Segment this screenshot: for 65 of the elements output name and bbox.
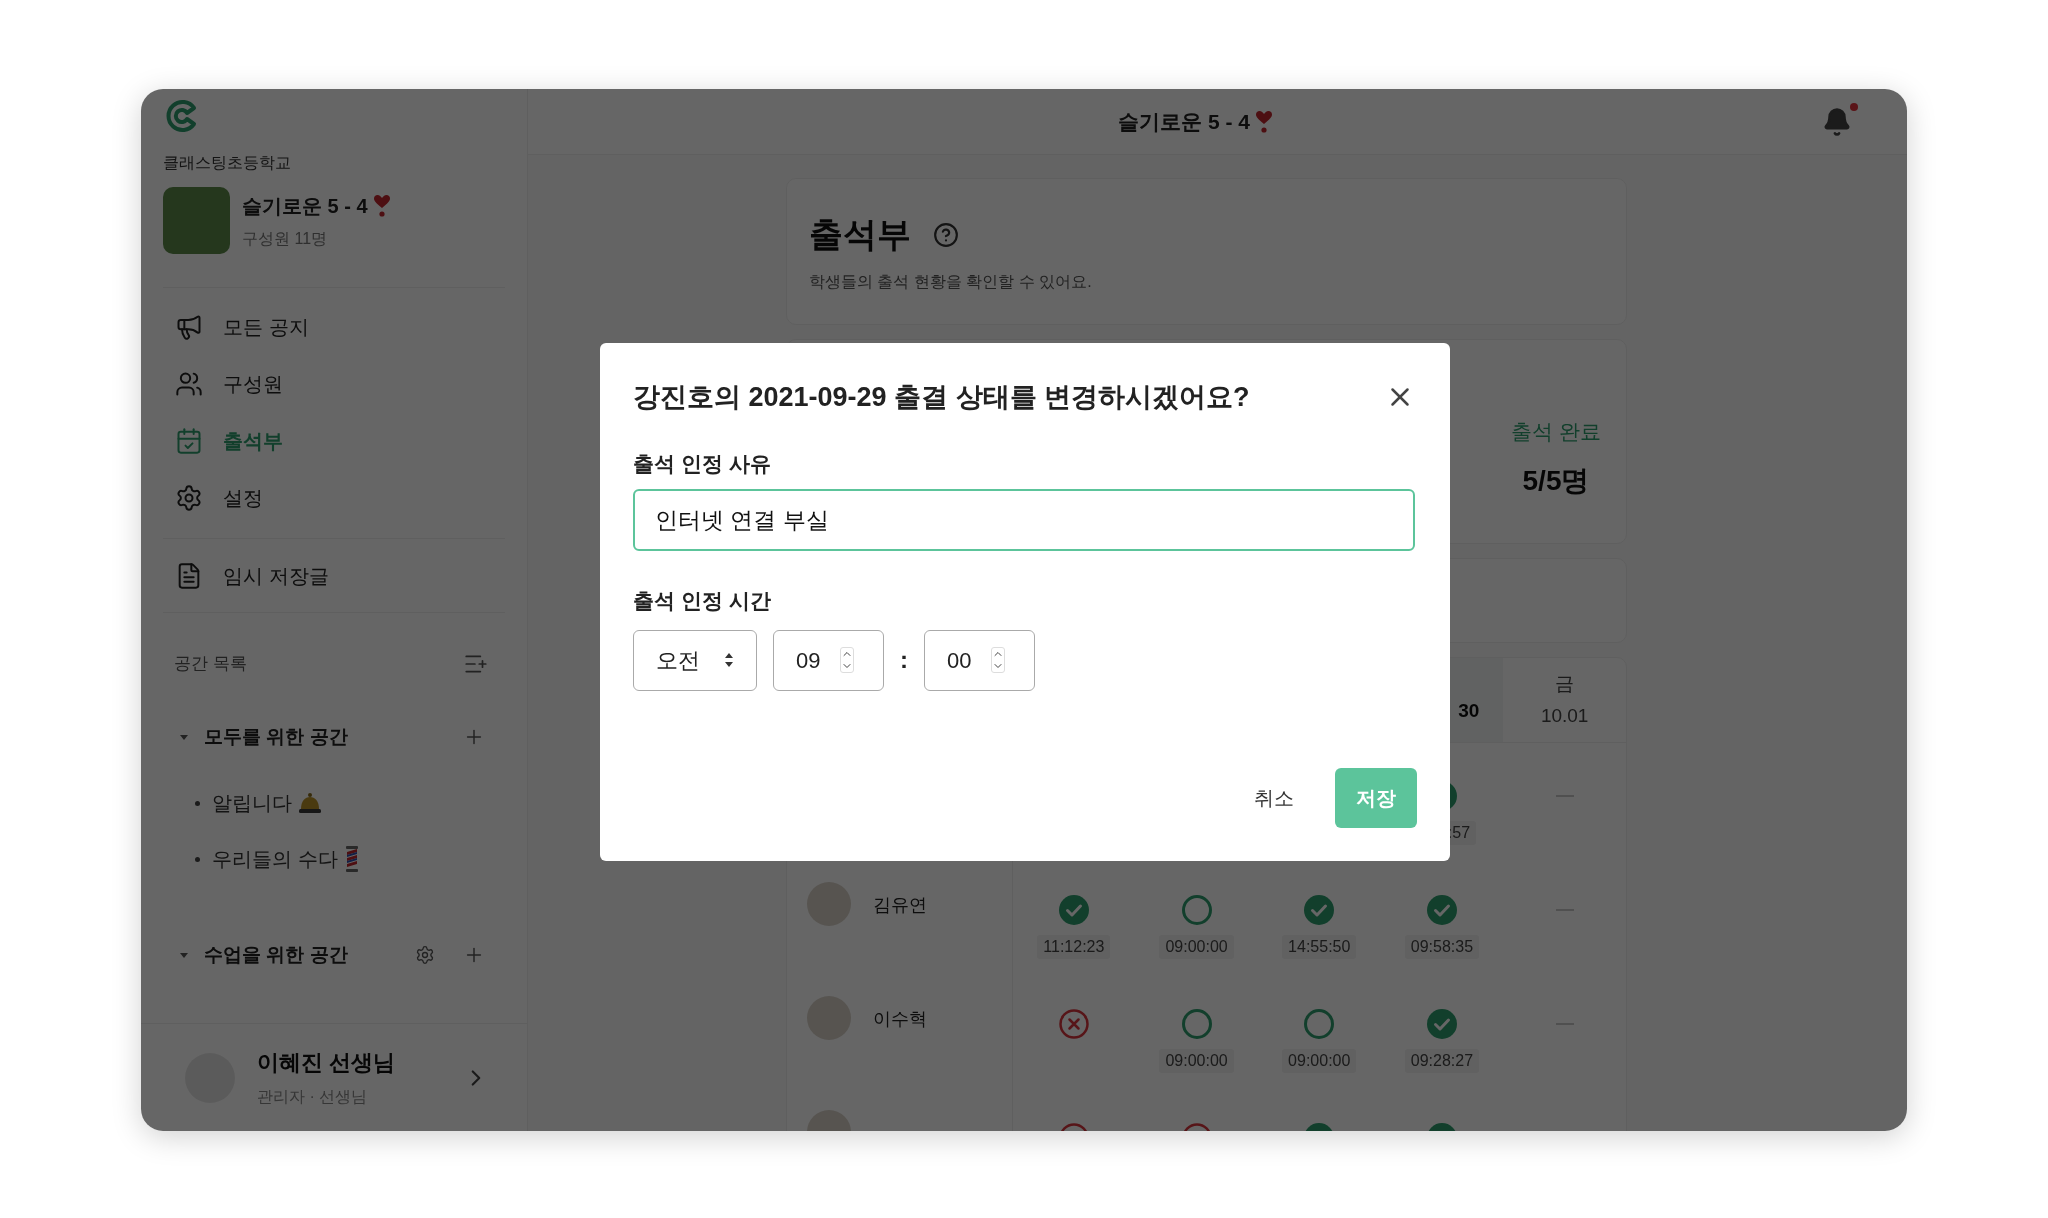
space-group-title[interactable]: 모두를 위한 공간 bbox=[204, 722, 348, 752]
check-circle-icon[interactable] bbox=[1426, 1009, 1457, 1039]
empty-circle-icon[interactable] bbox=[1181, 895, 1212, 925]
logo-icon[interactable] bbox=[165, 99, 199, 133]
barber-pole-icon bbox=[343, 846, 360, 873]
heart-exclamation-icon bbox=[373, 194, 390, 217]
header-title: 슬기로운 5 - 4 bbox=[1118, 108, 1250, 135]
megaphone-icon bbox=[175, 312, 203, 341]
dialog-title: 강진호의 2021-09-29 출결 상태를 변경하시겠어요? bbox=[633, 381, 1250, 414]
check-in-time: 14:55:50 bbox=[1282, 935, 1357, 959]
date-label: 30 bbox=[1458, 698, 1480, 723]
page-description: 학생들의 출석 현황을 확인할 수 있어요. bbox=[809, 272, 1093, 292]
class-name: 슬기로운 5 - 4 bbox=[242, 193, 368, 219]
nav-item[interactable]: 구성원 bbox=[175, 355, 493, 412]
check-circle-icon[interactable] bbox=[1426, 895, 1457, 925]
photo-placeholder bbox=[163, 187, 230, 254]
time-separator: : bbox=[899, 645, 909, 675]
space-item[interactable]: 우리들의 수다 bbox=[212, 844, 338, 875]
stepper-arrows-icon bbox=[840, 647, 855, 673]
stepper-arrows-icon bbox=[991, 647, 1006, 673]
save-button[interactable]: 저장 bbox=[1335, 768, 1417, 828]
service-bell-icon bbox=[298, 792, 322, 815]
settings-icon[interactable] bbox=[415, 945, 435, 966]
check-circle-icon[interactable] bbox=[1304, 895, 1335, 925]
section-title: 공간 목록 bbox=[174, 653, 247, 676]
check-in-time: 09:00:00 bbox=[1159, 935, 1234, 959]
date-label: 10.01 bbox=[1540, 704, 1589, 728]
sort-arrows-icon bbox=[724, 651, 734, 669]
settings-icon bbox=[175, 483, 203, 512]
heart-exclamation-icon bbox=[1255, 110, 1272, 133]
x-circle-icon[interactable] bbox=[1058, 1009, 1089, 1039]
drafts-item[interactable]: 임시 저장글 bbox=[175, 539, 493, 613]
check-in-time: 11:12:23 bbox=[1037, 935, 1111, 959]
bullet-icon bbox=[195, 856, 200, 862]
school-name: 클래스팅초등학교 bbox=[163, 153, 292, 173]
hour-spinner[interactable]: 09 bbox=[773, 629, 884, 691]
space-group-title[interactable]: 수업을 위한 공간 bbox=[204, 940, 348, 970]
notification-bell-icon[interactable] bbox=[1822, 106, 1852, 137]
empty-circle-icon[interactable] bbox=[1304, 1009, 1335, 1039]
weekday-label: 금 bbox=[1555, 671, 1575, 696]
reason-input-field[interactable]: 인터넷 연결 부실 bbox=[633, 489, 1415, 551]
calendar-check-icon bbox=[175, 426, 203, 455]
nav-item[interactable]: 모든 공지 bbox=[175, 298, 493, 355]
check-in-time: 09:00:00 bbox=[1159, 1049, 1234, 1073]
profile-name: 이혜진 선생님 bbox=[257, 1049, 396, 1078]
cancel-button[interactable]: 취소 bbox=[1233, 768, 1315, 828]
empty-circle-icon[interactable] bbox=[1181, 1009, 1212, 1039]
check-in-time: 09:58:35 bbox=[1404, 935, 1480, 959]
minute-spinner[interactable]: 00 bbox=[924, 629, 1035, 691]
check-in-time: 09:28:27 bbox=[1404, 1049, 1480, 1073]
student-name: 이수혁 bbox=[873, 1008, 927, 1031]
summary-value: 5/5명 bbox=[1522, 463, 1590, 498]
field-label: 출석 인정 사유 bbox=[633, 450, 772, 477]
check-circle-icon[interactable] bbox=[1058, 895, 1089, 925]
page-title: 출석부 bbox=[809, 214, 911, 255]
help-icon[interactable] bbox=[933, 221, 959, 248]
nav-item[interactable]: 설정 bbox=[175, 469, 493, 526]
bullet-icon bbox=[195, 800, 200, 806]
period-select[interactable]: 오전 bbox=[633, 629, 757, 691]
nav-item[interactable]: 출석부 bbox=[175, 412, 493, 469]
field-label: 출석 인정 시간 bbox=[633, 588, 772, 614]
student-name: 김유연 bbox=[873, 894, 927, 917]
space-item[interactable]: 알립니다 bbox=[212, 788, 292, 819]
check-in-time: 09:00:00 bbox=[1282, 1049, 1357, 1073]
summary-label: 출석 완료 bbox=[1511, 419, 1601, 445]
